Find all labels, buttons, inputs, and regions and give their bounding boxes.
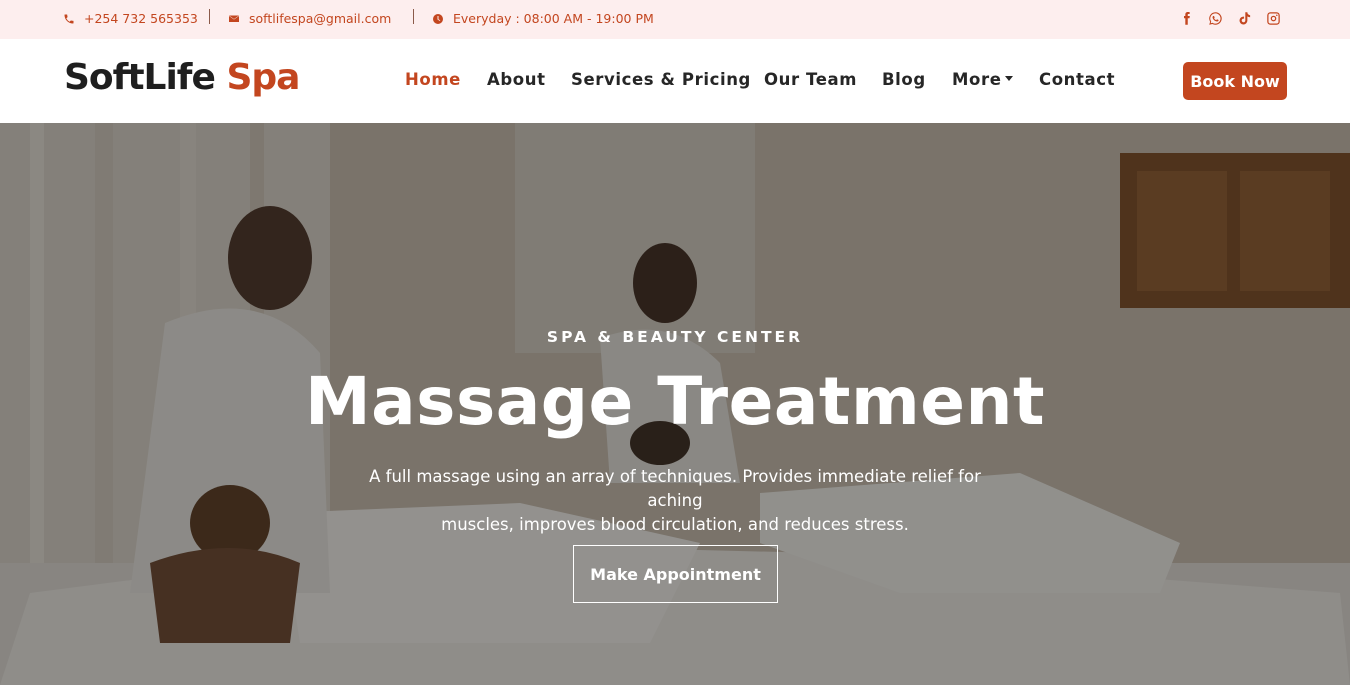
instagram-icon[interactable] (1265, 10, 1281, 26)
hours-text: Everyday : 08:00 AM - 19:00 PM (453, 11, 654, 26)
email-contact[interactable]: softlifespa@gmail.com (228, 11, 391, 26)
book-now-button[interactable]: Book Now (1183, 62, 1287, 100)
nav-about[interactable]: About (487, 70, 546, 89)
hero-kicker: SPA & BEAUTY CENTER (546, 328, 804, 346)
hero-title: Massage Treatment (304, 363, 1046, 440)
nav-our-team[interactable]: Our Team (764, 70, 857, 89)
logo-text-accent: Spa (226, 57, 300, 98)
nav-more-label: More (952, 70, 1002, 89)
email-text: softlifespa@gmail.com (249, 11, 392, 26)
nav-blog[interactable]: Blog (882, 70, 926, 89)
site-logo[interactable]: SoftLife Spa (64, 57, 300, 98)
divider (209, 9, 210, 24)
phone-text: +254 732 565353 (84, 11, 198, 26)
whatsapp-icon[interactable] (1207, 10, 1223, 26)
nav-services-pricing[interactable]: Services & Pricing (571, 70, 751, 89)
hours-info: Everyday : 08:00 AM - 19:00 PM (432, 11, 654, 26)
caret-down-icon (1005, 76, 1014, 81)
divider (413, 9, 414, 24)
main-header: SoftLife Spa Home About Services & Prici… (0, 39, 1350, 123)
make-appointment-button[interactable]: Make Appointment (573, 545, 778, 603)
nav-more-dropdown[interactable]: More (952, 70, 1014, 89)
nav-contact[interactable]: Contact (1039, 70, 1115, 89)
facebook-icon[interactable] (1178, 10, 1194, 26)
social-links (1178, 10, 1281, 26)
envelope-icon (229, 15, 239, 22)
phone-icon (64, 14, 74, 23)
clock-icon (433, 13, 443, 24)
hero-description-line: A full massage using an array of techniq… (369, 467, 981, 510)
logo-text-primary: SoftLife (64, 57, 216, 98)
tiktok-icon[interactable] (1236, 10, 1252, 26)
hero-description: A full massage using an array of techniq… (340, 465, 1010, 537)
hero-description-line: muscles, improves blood circulation, and… (441, 515, 909, 534)
top-bar: +254 732 565353 softlifespa@gmail.com Ev… (0, 0, 1350, 39)
nav-home[interactable]: Home (405, 70, 461, 89)
phone-contact[interactable]: +254 732 565353 (63, 11, 198, 26)
hero-section: SPA & BEAUTY CENTER Massage Treatment A … (0, 123, 1350, 685)
